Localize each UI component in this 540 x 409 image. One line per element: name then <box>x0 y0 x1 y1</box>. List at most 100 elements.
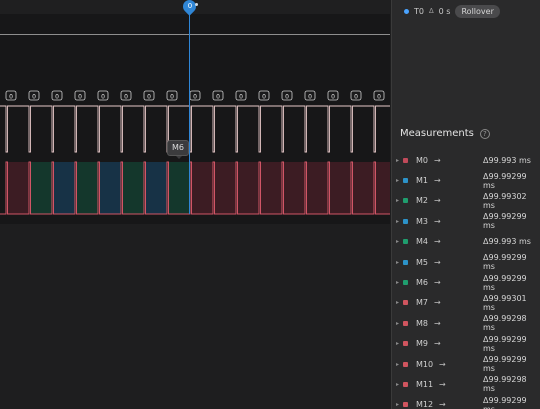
measurement-region[interactable] <box>214 162 237 214</box>
arrow-right-icon[interactable]: → <box>439 400 446 409</box>
timing-cursor-line[interactable] <box>189 10 190 214</box>
measurement-region[interactable] <box>260 162 283 214</box>
arrow-right-icon[interactable]: → <box>434 258 441 267</box>
measurement-region[interactable] <box>329 162 352 214</box>
measurement-color-swatch <box>403 320 408 326</box>
timer-value: 0 s <box>438 6 451 16</box>
measurement-region[interactable] <box>122 162 145 214</box>
measurement-region[interactable] <box>145 162 168 214</box>
bus-value-label: 0 <box>373 90 385 101</box>
measurement-row[interactable]: ▸ M11 → Δ99.99298 ms <box>392 374 540 394</box>
bus-value-text: 0 <box>32 94 36 101</box>
bus-value-text: 0 <box>377 94 381 101</box>
arrow-right-icon[interactable]: → <box>434 176 441 185</box>
measurement-color-swatch <box>403 239 408 245</box>
arrow-right-icon[interactable]: → <box>439 360 446 369</box>
measurement-region[interactable] <box>7 162 30 214</box>
help-icon[interactable]: ? <box>479 128 490 139</box>
expand-caret-icon[interactable]: ▸ <box>396 157 399 164</box>
measurement-color-swatch <box>403 361 408 367</box>
measurements-title: Measurements <box>400 128 474 139</box>
measurement-name: M2 <box>416 196 428 206</box>
expand-caret-icon[interactable]: ▸ <box>396 279 399 286</box>
bus-value-label: 0 <box>235 90 247 101</box>
rollover-button[interactable]: Rollover <box>455 4 500 18</box>
measurement-region[interactable] <box>352 162 375 214</box>
measurement-row[interactable]: ▸ M12 → Δ99.99299 ms <box>392 395 540 409</box>
arrow-right-icon[interactable]: → <box>434 319 441 328</box>
bus-value-text: 0 <box>193 94 197 101</box>
bus-value-text: 0 <box>170 94 174 101</box>
bus-value-text: 0 <box>354 94 358 101</box>
expand-caret-icon[interactable]: ▸ <box>396 361 399 368</box>
measurement-region[interactable] <box>99 162 122 214</box>
measurement-value: Δ99.993 ms <box>483 237 531 247</box>
measurement-region[interactable] <box>53 162 76 214</box>
measurement-row[interactable]: ▸ M0 → Δ99.993 ms <box>392 150 540 170</box>
measurements-header: Measurements ? <box>400 128 490 139</box>
measurement-row[interactable]: ▸ M1 → Δ99.99299 ms <box>392 170 540 190</box>
timer-row[interactable]: T0 ∆ 0 s Rollover <box>404 4 500 18</box>
bus-value-label: 0 <box>258 90 270 101</box>
expand-caret-icon[interactable]: ▸ <box>396 320 399 327</box>
measurement-region[interactable] <box>306 162 329 214</box>
measurement-region[interactable] <box>30 162 53 214</box>
arrow-right-icon[interactable]: → <box>434 156 441 165</box>
arrow-right-icon[interactable]: → <box>439 380 446 389</box>
measurement-region[interactable] <box>283 162 306 214</box>
cursor-marker-icon <box>195 3 198 6</box>
timer-section: T0 ∆ 0 s Rollover <box>392 0 540 110</box>
arrow-right-icon[interactable]: → <box>434 217 441 226</box>
measurement-color-swatch <box>403 300 408 306</box>
measurement-region[interactable] <box>168 162 191 214</box>
arrow-right-icon[interactable]: → <box>434 298 441 307</box>
measurements-list: ▸ M0 → Δ99.993 ms ▸ M1 → Δ99.99299 ms ▸ M2 → Δ99.99… <box>392 150 540 409</box>
arrow-right-icon[interactable]: → <box>434 339 441 348</box>
measurement-value: Δ99.99299 ms <box>483 395 527 409</box>
bus-value-label: 0 <box>189 90 201 101</box>
measurement-row[interactable]: ▸ M7 → Δ99.99301 ms <box>392 293 540 313</box>
measurement-row[interactable]: ▸ M2 → Δ99.99302 ms <box>392 191 540 211</box>
expand-caret-icon[interactable]: ▸ <box>396 381 399 388</box>
expand-caret-icon[interactable]: ▸ <box>396 259 399 266</box>
arrow-right-icon[interactable]: → <box>434 196 441 205</box>
measurement-row[interactable]: ▸ M4 → Δ99.993 ms <box>392 232 540 252</box>
measurement-region[interactable] <box>76 162 99 214</box>
expand-caret-icon[interactable]: ▸ <box>396 238 399 245</box>
measurement-row[interactable]: ▸ M9 → Δ99.99299 ms <box>392 334 540 354</box>
arrow-right-icon[interactable]: → <box>434 237 441 246</box>
bus-value-text: 0 <box>78 94 82 101</box>
expand-caret-icon[interactable]: ▸ <box>396 197 399 204</box>
measurement-color-swatch <box>403 157 408 163</box>
bus-value-text: 0 <box>331 94 335 101</box>
measurement-row[interactable]: ▸ M5 → Δ99.99299 ms <box>392 252 540 272</box>
waveform-canvas[interactable]: 0 0 0 0 0 0 0 0 0 0 0 0 0 0 0 0 0 <box>0 0 390 230</box>
measurement-row[interactable]: ▸ M10 → Δ99.99299 ms <box>392 354 540 374</box>
bus-value-text: 0 <box>101 94 105 101</box>
bus-value-text: 0 <box>147 94 151 101</box>
waveform-area[interactable]: 0 0 0 0 0 0 0 0 0 0 0 0 0 0 0 0 0 0 M6 <box>0 0 390 409</box>
expand-caret-icon[interactable]: ▸ <box>396 340 399 347</box>
bus-value-label: 0 <box>281 90 293 101</box>
measurement-value: Δ99.99298 ms <box>483 314 527 333</box>
measurement-name: M6 <box>416 278 428 288</box>
bus-value-label: 0 <box>120 90 132 101</box>
measurement-row[interactable]: ▸ M3 → Δ99.99299 ms <box>392 211 540 231</box>
arrow-right-icon[interactable]: → <box>434 278 441 287</box>
measurement-region[interactable] <box>237 162 260 214</box>
bus-value-label: 0 <box>212 90 224 101</box>
measurement-row[interactable]: ▸ M6 → Δ99.99299 ms <box>392 272 540 292</box>
measurement-name: M12 <box>416 400 434 409</box>
measurement-color-swatch <box>403 402 408 408</box>
expand-caret-icon[interactable]: ▸ <box>396 401 399 408</box>
bus-value-label: 0 <box>74 90 86 101</box>
bus-value-label: 0 <box>304 90 316 101</box>
measurement-region[interactable] <box>375 162 391 214</box>
expand-caret-icon[interactable]: ▸ <box>396 218 399 225</box>
measurement-region[interactable] <box>191 162 214 214</box>
expand-caret-icon[interactable]: ▸ <box>396 177 399 184</box>
measurement-name: M0 <box>416 155 428 165</box>
bus-value-text: 0 <box>55 94 59 101</box>
measurement-row[interactable]: ▸ M8 → Δ99.99298 ms <box>392 313 540 333</box>
expand-caret-icon[interactable]: ▸ <box>396 299 399 306</box>
